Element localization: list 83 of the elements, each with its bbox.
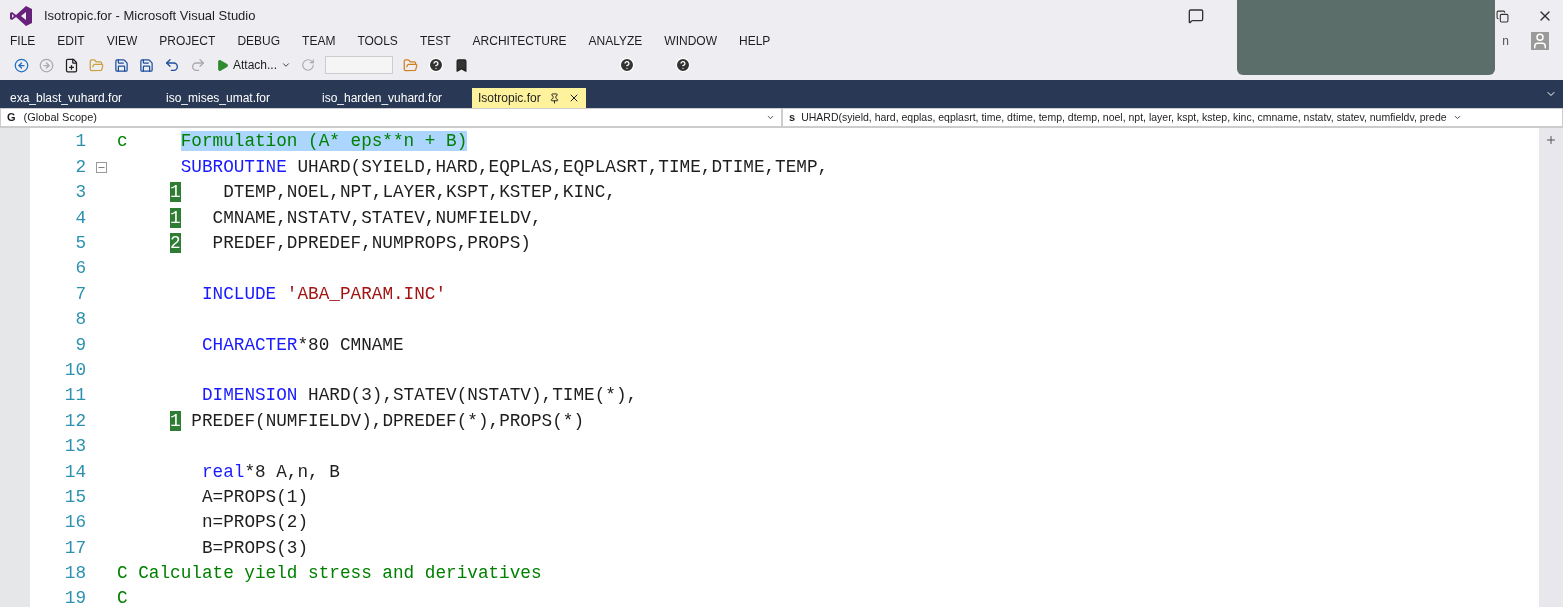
- line-number: 19: [63, 587, 86, 607]
- menu-item[interactable]: FILE: [10, 32, 36, 50]
- line-number: 18: [63, 562, 86, 586]
- code-text: *8 A,n, B: [244, 461, 340, 482]
- line-number: 2: [74, 155, 86, 179]
- collapse-icon[interactable]: [96, 161, 107, 173]
- line-number: 13: [63, 435, 86, 459]
- caret-icon: [766, 113, 775, 122]
- menu-item[interactable]: DEBUG: [237, 32, 281, 50]
- code-keyword: INCLUDE: [201, 283, 277, 304]
- save-all-icon[interactable]: [139, 57, 154, 73]
- restore-icon[interactable]: [1496, 9, 1509, 23]
- continuation-marker: 1: [170, 207, 181, 228]
- code-text: CMNAME,NSTATV,STATEV,NUMFIELDV,: [212, 207, 542, 228]
- line-number: 6: [74, 257, 86, 281]
- member-dropdown[interactable]: s UHARD(syield, hard, eqplas, eqplasrt, time, dtime, temp, dtemp, noel, npt, layer, kspt, kstep, kinc, cmname, nstatv, statev, numfieldv, prede: [782, 108, 1563, 127]
- file-tab[interactable]: iso_mises_umat.for: [160, 88, 316, 108]
- continuation-marker: 1: [170, 182, 181, 203]
- code-text: B=PROPS(3): [201, 537, 309, 558]
- menu-item[interactable]: PROJECT: [159, 32, 216, 50]
- file-tab[interactable]: iso_harden_vuhard.for: [316, 88, 472, 108]
- code-text: DTEMP,NOEL,NPT,LAYER,KSPT,KSTEP,KINC,: [223, 182, 616, 203]
- line-number: 3: [74, 181, 86, 205]
- caret-icon: [281, 60, 292, 70]
- line-number: 1: [74, 130, 86, 154]
- line-number: 17: [63, 536, 86, 560]
- bookmark-icon[interactable]: [454, 57, 470, 73]
- app-logo-icon: [10, 6, 32, 26]
- line-number: 4: [74, 206, 86, 230]
- continuation-marker: 1: [170, 410, 181, 431]
- code-comment: Formulation (A* eps**n + B): [180, 131, 468, 152]
- line-number: 8: [74, 308, 86, 332]
- code-string: 'ABA_PARAM.INC': [286, 283, 447, 304]
- menu-item[interactable]: ANALYZE: [588, 32, 643, 50]
- line-number: 15: [63, 485, 86, 509]
- continuation-marker: 2: [170, 233, 181, 253]
- line-number: 12: [63, 409, 86, 433]
- scope-dropdown[interactable]: G (Global Scope): [0, 108, 782, 127]
- line-number: 9: [74, 333, 86, 357]
- code-text: PREDEF,DPREDEF,NUMPROPS,PROPS): [212, 233, 531, 253]
- window-title: Isotropic.for - Microsoft Visual Studio: [44, 7, 256, 26]
- line-number: 14: [63, 460, 86, 484]
- code-keyword: SUBROUTINE: [180, 156, 287, 177]
- vertical-scrollbar[interactable]: [1539, 128, 1563, 607]
- account-name[interactable]: n: [1502, 32, 1509, 50]
- menu-item[interactable]: HELP: [739, 32, 771, 50]
- attach-button[interactable]: Attach...: [216, 56, 292, 74]
- line-number: 16: [63, 511, 86, 535]
- save-icon[interactable]: [114, 57, 129, 73]
- code-text: HARD(3),STATEV(NSTATV),TIME(*),: [308, 385, 638, 406]
- pin-icon[interactable]: [548, 92, 560, 104]
- line-number: 5: [74, 232, 86, 255]
- menu-item[interactable]: TEAM: [302, 32, 336, 50]
- file-tab[interactable]: exa_blast_vuhard.for: [4, 88, 160, 108]
- code-text: *80 CMNAME: [297, 334, 404, 355]
- code-keyword: CHARACTER: [201, 334, 298, 355]
- code-keyword: real: [201, 461, 245, 482]
- line-number: 10: [63, 358, 86, 382]
- line-number: 11: [63, 384, 86, 408]
- menu-item[interactable]: ARCHITECTURE: [472, 32, 567, 50]
- play-icon: [216, 58, 229, 72]
- code-text: A=PROPS(1): [201, 486, 309, 507]
- code-comment: C: [117, 588, 128, 607]
- file-tab[interactable]: Isotropic.for: [472, 88, 586, 108]
- menu-item[interactable]: TEST: [419, 32, 451, 50]
- code-comment: c: [117, 131, 128, 152]
- feedback-icon[interactable]: [1188, 8, 1204, 24]
- new-file-icon[interactable]: [64, 57, 79, 73]
- line-number: 7: [74, 282, 86, 306]
- code-text: PREDEF(NUMFIELDV),DPREDEF(*),PROPS(*): [191, 410, 585, 431]
- code-text: UHARD(SYIELD,HARD,EQPLAS,EQPLASRT,TIME,DTIME,TEMP,: [297, 156, 829, 177]
- code-keyword: DIMENSION: [201, 385, 298, 406]
- caret-icon: [1452, 113, 1462, 122]
- menu-item[interactable]: EDIT: [57, 32, 85, 50]
- menu-item[interactable]: WINDOW: [664, 32, 717, 50]
- back-icon[interactable]: [14, 57, 29, 73]
- code-text: n=PROPS(2): [201, 512, 309, 533]
- undo-icon[interactable]: [164, 57, 180, 73]
- menu-item[interactable]: VIEW: [106, 32, 138, 50]
- code-comment: C Calculate yield stress and derivatives: [117, 563, 542, 584]
- avatar-icon[interactable]: [1531, 32, 1549, 50]
- split-icon[interactable]: [1545, 134, 1557, 146]
- menu-item[interactable]: TOOLS: [357, 32, 398, 50]
